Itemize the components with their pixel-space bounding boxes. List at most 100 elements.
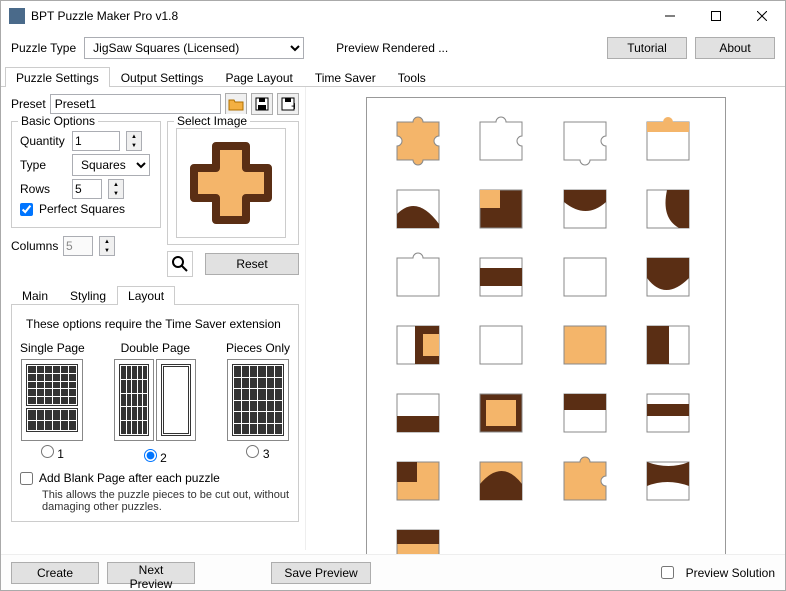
type-select[interactable]: Squares [72, 154, 150, 176]
rows-input[interactable] [72, 179, 102, 199]
puzzle-piece [389, 388, 449, 440]
subtab-main[interactable]: Main [11, 286, 59, 305]
quantity-input[interactable] [72, 131, 120, 151]
layout-radio-2[interactable] [144, 449, 157, 462]
quantity-stepper[interactable]: ▲▼ [126, 131, 142, 151]
puzzle-type-label: Puzzle Type [11, 41, 76, 55]
puzzle-piece [639, 320, 699, 372]
puzzle-pieces-grid [389, 116, 703, 576]
add-blank-hint: This allows the puzzle pieces to be cut … [42, 489, 290, 513]
magnify-button[interactable] [167, 251, 193, 277]
tab-time-saver[interactable]: Time Saver [304, 67, 387, 87]
open-preset-button[interactable] [225, 93, 247, 115]
subtab-layout[interactable]: Layout [117, 286, 175, 305]
pieces-only-icon[interactable] [227, 359, 289, 441]
puzzle-type-select[interactable]: JigSaw Squares (Licensed) [84, 37, 304, 59]
preset-label: Preset [11, 97, 46, 111]
double-page-icon-b[interactable] [156, 359, 196, 441]
save-add-icon: + [281, 97, 295, 111]
main-tabs: Puzzle Settings Output Settings Page Lay… [1, 65, 785, 87]
folder-open-icon [228, 97, 244, 111]
puzzle-piece [472, 456, 532, 508]
puzzle-piece [556, 320, 616, 372]
tab-output-settings[interactable]: Output Settings [110, 67, 215, 87]
preview-panel [306, 87, 785, 550]
save-preset-add-button[interactable]: + [277, 93, 299, 115]
puzzle-piece [472, 388, 532, 440]
minimize-button[interactable] [647, 1, 693, 31]
preview-page [366, 97, 726, 577]
layout-radio-3[interactable] [246, 445, 259, 458]
columns-label: Columns [11, 239, 57, 253]
puzzle-piece [389, 252, 449, 304]
magnify-icon [172, 256, 188, 272]
window-title: BPT Puzzle Maker Pro v1.8 [31, 9, 647, 23]
title-bar: BPT Puzzle Maker Pro v1.8 [1, 1, 785, 31]
puzzle-piece [389, 456, 449, 508]
toolbar: Puzzle Type JigSaw Squares (Licensed) Pr… [1, 31, 785, 65]
preview-status: Preview Rendered ... [336, 41, 448, 55]
subtab-styling[interactable]: Styling [59, 286, 117, 305]
puzzle-piece [472, 116, 532, 168]
preset-input[interactable] [50, 94, 221, 114]
layout-option-pieces: Pieces Only 3 [226, 341, 290, 465]
image-preview[interactable] [176, 128, 286, 238]
add-blank-label: Add Blank Page after each puzzle [39, 471, 220, 485]
double-page-icon-a[interactable] [114, 359, 154, 441]
rows-label: Rows [20, 182, 66, 196]
next-preview-button[interactable]: Next Preview [107, 562, 195, 584]
columns-input [63, 236, 93, 256]
puzzle-piece [639, 116, 699, 168]
tutorial-button[interactable]: Tutorial [607, 37, 687, 59]
tab-puzzle-settings[interactable]: Puzzle Settings [5, 67, 110, 87]
rows-stepper[interactable]: ▲▼ [108, 179, 124, 199]
reset-button[interactable]: Reset [205, 253, 299, 275]
settings-panel: Preset + Basic Options Quantity ▲▼ [1, 87, 306, 550]
layout-radio-1[interactable] [41, 445, 54, 458]
puzzle-piece [639, 456, 699, 508]
puzzle-piece [556, 456, 616, 508]
puzzle-piece [556, 184, 616, 236]
puzzle-piece [556, 388, 616, 440]
puzzle-piece [472, 320, 532, 372]
add-blank-checkbox[interactable] [20, 472, 33, 485]
layout-option-single: Single Page 1 [20, 341, 85, 465]
puzzle-piece [639, 184, 699, 236]
create-button[interactable]: Create [11, 562, 99, 584]
type-label: Type [20, 158, 66, 172]
puzzle-piece [556, 252, 616, 304]
save-icon [255, 97, 269, 111]
bottom-bar: Create Next Preview Save Preview Preview… [1, 554, 785, 590]
save-preview-button[interactable]: Save Preview [271, 562, 371, 584]
basic-options-group: Basic Options Quantity ▲▼ Type Squares R… [11, 121, 161, 228]
puzzle-piece [389, 184, 449, 236]
perfect-squares-label: Perfect Squares [39, 202, 125, 216]
puzzle-piece [639, 388, 699, 440]
layout-panel: These options require the Time Saver ext… [11, 305, 299, 522]
puzzle-piece [389, 320, 449, 372]
layout-option-double: Double Page 2 [114, 341, 196, 465]
select-image-group: Select Image [167, 121, 299, 245]
perfect-squares-checkbox[interactable] [20, 203, 33, 216]
quantity-label: Quantity [20, 134, 66, 148]
tab-page-layout[interactable]: Page Layout [214, 67, 303, 87]
about-button[interactable]: About [695, 37, 775, 59]
sub-tabs: Main Styling Layout [11, 283, 299, 305]
preview-solution-checkbox[interactable] [661, 566, 674, 579]
close-button[interactable] [739, 1, 785, 31]
app-icon [9, 8, 25, 24]
maximize-button[interactable] [693, 1, 739, 31]
svg-text:+: + [291, 99, 295, 111]
layout-note: These options require the Time Saver ext… [26, 317, 290, 331]
tab-tools[interactable]: Tools [387, 67, 437, 87]
puzzle-piece [639, 252, 699, 304]
preview-solution-label: Preview Solution [686, 566, 775, 580]
single-page-icon[interactable] [21, 359, 83, 441]
puzzle-piece [389, 116, 449, 168]
puzzle-piece [556, 116, 616, 168]
columns-stepper: ▲▼ [99, 236, 115, 256]
save-preset-button[interactable] [251, 93, 273, 115]
puzzle-piece [472, 184, 532, 236]
source-image-icon [186, 138, 276, 228]
puzzle-piece [472, 252, 532, 304]
